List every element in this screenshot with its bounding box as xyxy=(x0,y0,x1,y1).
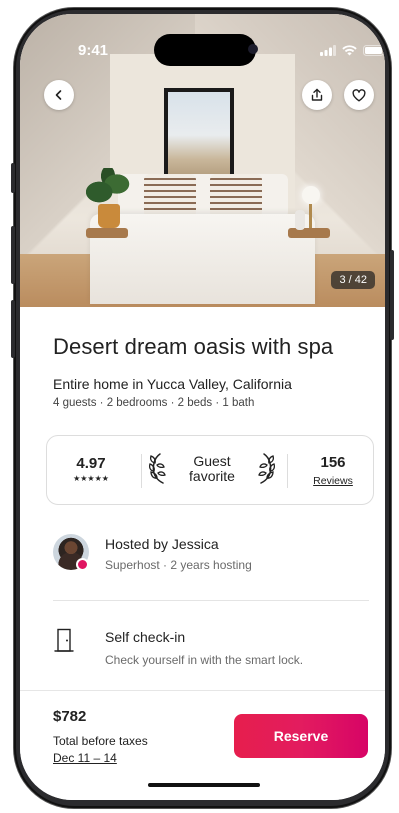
photo-nightstand xyxy=(86,228,128,238)
reserve-button[interactable]: Reserve xyxy=(234,714,368,758)
host-name: Hosted by Jessica xyxy=(105,536,219,552)
favorite-button[interactable] xyxy=(344,80,374,110)
phone-side-button xyxy=(11,163,15,193)
reviews-link[interactable]: Reviews xyxy=(293,475,373,487)
rating-stars: ★★★★★ xyxy=(73,474,109,483)
total-price: $782 xyxy=(53,708,87,725)
share-button[interactable] xyxy=(302,80,332,110)
photo-nightstand xyxy=(288,228,330,238)
signal-icon xyxy=(320,45,336,56)
rating-card-divider xyxy=(141,454,142,488)
rating-card-divider xyxy=(287,454,288,488)
listing-title: Desert dream oasis with spa xyxy=(53,334,334,359)
photo-counter: 3 / 42 xyxy=(331,271,375,289)
reviews-count: 156 xyxy=(320,454,346,471)
status-time: 9:41 xyxy=(78,42,109,59)
dynamic-island xyxy=(154,34,258,66)
home-indicator[interactable] xyxy=(148,783,260,787)
photo-lamp xyxy=(302,186,320,204)
door-icon xyxy=(54,628,74,652)
amenity-title: Self check-in xyxy=(105,629,186,645)
rating-value: 4.97 xyxy=(76,455,106,472)
photo-pillow xyxy=(210,174,262,218)
share-icon xyxy=(311,88,323,101)
phone-side-button xyxy=(390,250,394,340)
phone-side-button xyxy=(11,300,15,358)
guest-favorite-line1: Guest xyxy=(193,453,231,469)
amenity-subtitle: Check yourself in with the smart lock. xyxy=(105,653,304,667)
guest-favorite-badge: Guest favorite xyxy=(143,436,281,504)
stay-dates-link[interactable]: Dec 11 – 14 xyxy=(53,751,117,765)
back-chevron-icon xyxy=(55,90,62,100)
host-avatar[interactable] xyxy=(53,534,89,571)
laurel-left-icon xyxy=(149,453,166,484)
price-note: Total before taxes xyxy=(53,734,148,748)
listing-subtitle: Entire home in Yucca Valley, California xyxy=(53,376,292,392)
reviews-summary[interactable]: 156 Reviews xyxy=(293,436,373,504)
photo-pillow xyxy=(144,174,196,218)
phone-side-button xyxy=(11,226,15,284)
rating-summary: 4.97 ★★★★★ xyxy=(47,436,135,504)
status-icons xyxy=(320,45,385,56)
wifi-icon xyxy=(342,45,357,56)
battery-icon xyxy=(363,45,385,56)
superhost-badge-icon xyxy=(76,558,89,571)
guest-favorite-label: Guest favorite xyxy=(173,454,251,484)
app-screen: 3 / 42 9:41 Desert dream oasis with spa … xyxy=(20,14,385,800)
back-button[interactable] xyxy=(44,80,74,110)
laurel-right-icon xyxy=(258,453,275,484)
camera-icon xyxy=(248,44,258,54)
photo-plant xyxy=(86,168,130,208)
photo-vase xyxy=(295,210,305,230)
guest-favorite-line2: favorite xyxy=(189,468,235,484)
section-divider xyxy=(53,600,369,601)
host-subtitle: Superhost · 2 years hosting xyxy=(105,558,252,572)
listing-details: 4 guests · 2 bedrooms · 2 beds · 1 bath xyxy=(53,397,255,409)
heart-icon xyxy=(352,88,366,101)
photo-lamp-stand xyxy=(309,204,312,228)
rating-card[interactable]: 4.97 ★★★★★ Guest favorite 156 Reviews xyxy=(46,435,374,505)
photo-plant-pot xyxy=(98,204,120,228)
